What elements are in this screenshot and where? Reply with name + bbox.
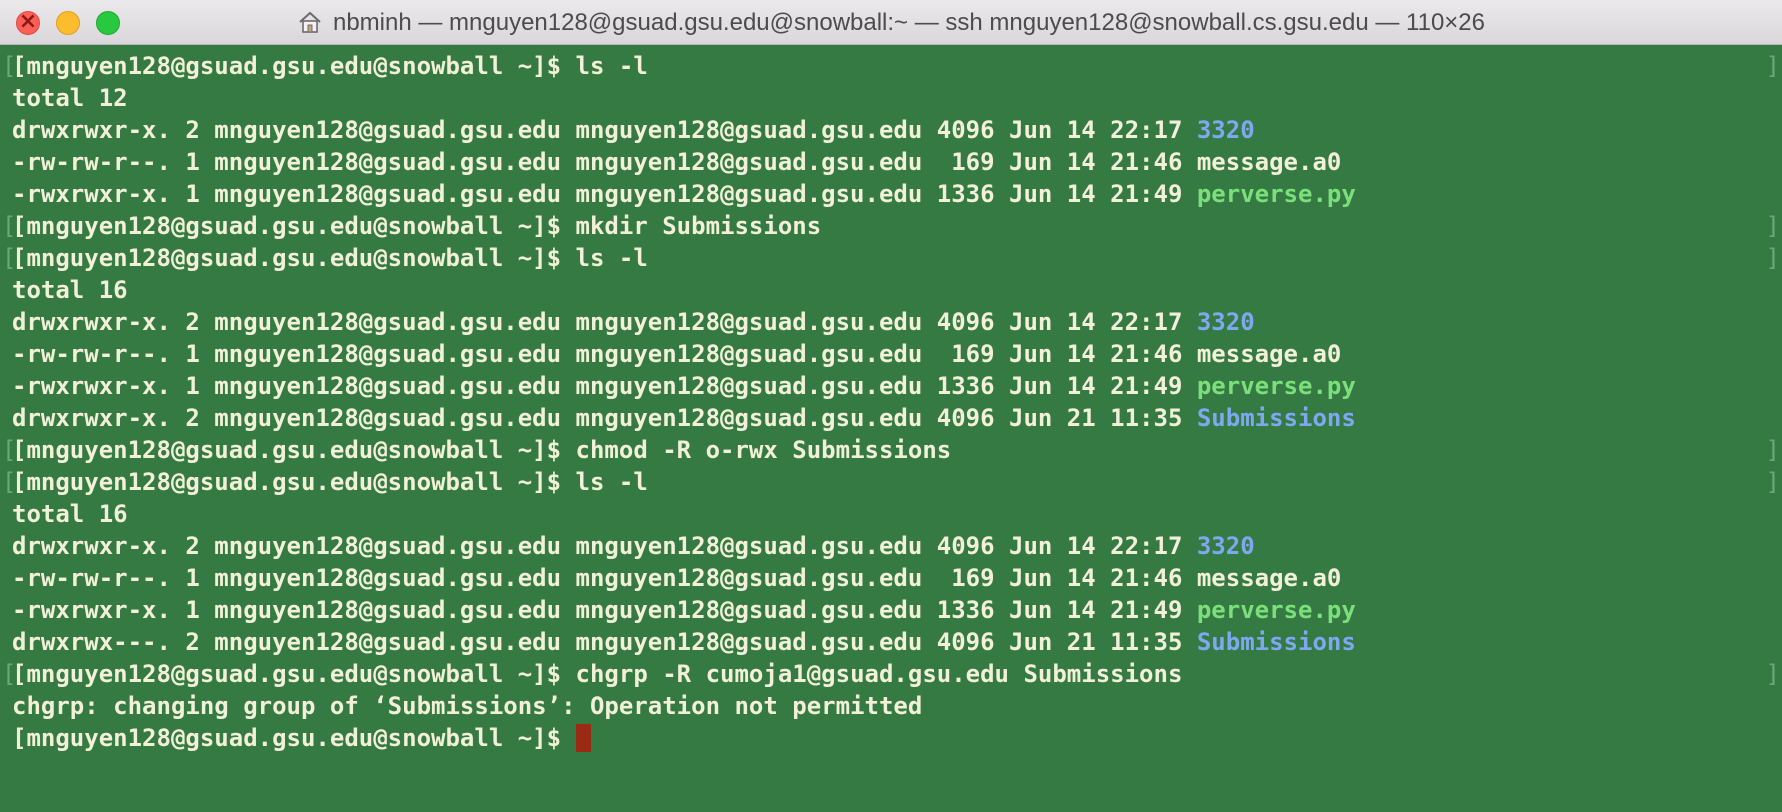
command-text: mkdir Submissions: [575, 212, 822, 240]
prompt-line: [mnguyen128@gsuad.gsu.edu@snowball ~]$ m…: [12, 210, 821, 242]
ls-entry-line: -rw-rw-r--. 1 mnguyen128@gsuad.gsu.edu m…: [12, 562, 1341, 594]
output-line: total 16: [12, 274, 128, 306]
ls-entry-name: message.a0: [1196, 564, 1342, 592]
shell-prompt: [mnguyen128@gsuad.gsu.edu@snowball ~]$: [12, 436, 576, 464]
ls-entry-details: drwxrwxr-x. 2 mnguyen128@gsuad.gsu.edu m…: [12, 404, 1197, 432]
ls-entry-name: 3320: [1196, 532, 1255, 560]
window-title: nbminh — mnguyen128@gsuad.gsu.edu@snowba…: [332, 8, 1485, 36]
ls-entry-line: -rw-rw-r--. 1 mnguyen128@gsuad.gsu.edu m…: [12, 338, 1341, 370]
text-cursor: [575, 724, 591, 752]
command-text: ls -l: [575, 468, 648, 496]
output-line: total 16: [12, 498, 128, 530]
home-icon: [299, 11, 321, 33]
prompt-line: [mnguyen128@gsuad.gsu.edu@snowball ~]$ c…: [12, 434, 951, 466]
ls-entry-name: perverse.py: [1196, 372, 1356, 400]
ls-entry-details: drwxrwxr-x. 2 mnguyen128@gsuad.gsu.edu m…: [12, 308, 1197, 336]
output-text: total 16: [12, 276, 128, 304]
prompt-line: [mnguyen128@gsuad.gsu.edu@snowball ~]$ c…: [12, 658, 1182, 690]
ls-entry-line: drwxrwxr-x. 2 mnguyen128@gsuad.gsu.edu m…: [12, 530, 1255, 562]
ls-entry-line: drwxrwxr-x. 2 mnguyen128@gsuad.gsu.edu m…: [12, 402, 1356, 434]
ls-entry-name: perverse.py: [1196, 596, 1356, 624]
output-line: chgrp: changing group of ‘Submissions’: …: [12, 690, 922, 722]
mark-right-bracket: ]: [1765, 212, 1780, 240]
mark-right-bracket: ]: [1765, 436, 1780, 464]
ls-entry-details: drwxrwxr-x. 2 mnguyen128@gsuad.gsu.edu m…: [12, 532, 1197, 560]
terminal-output[interactable]: [] [mnguyen128@gsuad.gsu.edu@snowball ~]$…: [0, 48, 1782, 812]
title-bar[interactable]: nbminh — mnguyen128@gsuad.gsu.edu@snowba…: [0, 0, 1782, 45]
mark-right-bracket: ]: [1765, 468, 1780, 496]
ls-entry-line: drwxrwxr-x. 2 mnguyen128@gsuad.gsu.edu m…: [12, 306, 1255, 338]
ls-entry-details: -rw-rw-r--. 1 mnguyen128@gsuad.gsu.edu m…: [12, 148, 1197, 176]
ls-entry-details: -rwxrwxr-x. 1 mnguyen128@gsuad.gsu.edu m…: [12, 596, 1197, 624]
shell-prompt: [mnguyen128@gsuad.gsu.edu@snowball ~]$: [12, 724, 576, 752]
shell-prompt: [mnguyen128@gsuad.gsu.edu@snowball ~]$: [12, 52, 576, 80]
ls-entry-name: perverse.py: [1196, 180, 1356, 208]
ls-entry-name: 3320: [1196, 116, 1255, 144]
command-text: ls -l: [575, 244, 648, 272]
active-prompt-line: [mnguyen128@gsuad.gsu.edu@snowball ~]$: [12, 722, 591, 754]
shell-prompt: [mnguyen128@gsuad.gsu.edu@snowball ~]$: [12, 244, 576, 272]
ls-entry-name: message.a0: [1196, 340, 1342, 368]
output-text: total 12: [12, 84, 128, 112]
ls-entry-line: drwxrwx---. 2 mnguyen128@gsuad.gsu.edu m…: [12, 626, 1356, 658]
mark-right-bracket: ]: [1765, 52, 1780, 80]
prompt-line: [mnguyen128@gsuad.gsu.edu@snowball ~]$ l…: [12, 242, 648, 274]
ls-entry-line: drwxrwxr-x. 2 mnguyen128@gsuad.gsu.edu m…: [12, 114, 1255, 146]
ls-entry-details: -rwxrwxr-x. 1 mnguyen128@gsuad.gsu.edu m…: [12, 372, 1197, 400]
ls-entry-details: -rw-rw-r--. 1 mnguyen128@gsuad.gsu.edu m…: [12, 340, 1197, 368]
ls-entry-name: message.a0: [1196, 148, 1342, 176]
shell-prompt: [mnguyen128@gsuad.gsu.edu@snowball ~]$: [12, 660, 576, 688]
ls-entry-details: -rwxrwxr-x. 1 mnguyen128@gsuad.gsu.edu m…: [12, 180, 1197, 208]
mark-right-bracket: ]: [1765, 660, 1780, 688]
output-line: total 12: [12, 82, 128, 114]
ls-entry-line: -rwxrwxr-x. 1 mnguyen128@gsuad.gsu.edu m…: [12, 370, 1356, 402]
mark-right-bracket: ]: [1765, 244, 1780, 272]
prompt-line: [mnguyen128@gsuad.gsu.edu@snowball ~]$ l…: [12, 50, 648, 82]
ls-entry-name: 3320: [1196, 308, 1255, 336]
ls-entry-line: -rw-rw-r--. 1 mnguyen128@gsuad.gsu.edu m…: [12, 146, 1341, 178]
window-title-area: nbminh — mnguyen128@gsuad.gsu.edu@snowba…: [0, 0, 1782, 45]
prompt-line: [mnguyen128@gsuad.gsu.edu@snowball ~]$ l…: [12, 466, 648, 498]
command-text: chmod -R o-rwx Submissions: [575, 436, 952, 464]
command-text: ls -l: [575, 52, 648, 80]
ls-entry-line: -rwxrwxr-x. 1 mnguyen128@gsuad.gsu.edu m…: [12, 594, 1356, 626]
shell-prompt: [mnguyen128@gsuad.gsu.edu@snowball ~]$: [12, 468, 576, 496]
ls-entry-line: -rwxrwxr-x. 1 mnguyen128@gsuad.gsu.edu m…: [12, 178, 1356, 210]
shell-prompt: [mnguyen128@gsuad.gsu.edu@snowball ~]$: [12, 212, 576, 240]
ls-entry-name: Submissions: [1196, 628, 1356, 656]
ls-entry-details: drwxrwxr-x. 2 mnguyen128@gsuad.gsu.edu m…: [12, 116, 1197, 144]
output-text: total 16: [12, 500, 128, 528]
output-text: chgrp: changing group of ‘Submissions’: …: [12, 692, 923, 720]
terminal-window: nbminh — mnguyen128@gsuad.gsu.edu@snowba…: [0, 0, 1782, 812]
ls-entry-details: drwxrwx---. 2 mnguyen128@gsuad.gsu.edu m…: [12, 628, 1197, 656]
ls-entry-details: -rw-rw-r--. 1 mnguyen128@gsuad.gsu.edu m…: [12, 564, 1197, 592]
command-text: chgrp -R cumoja1@gsuad.gsu.edu Submissio…: [575, 660, 1183, 688]
ls-entry-name: Submissions: [1196, 404, 1356, 432]
